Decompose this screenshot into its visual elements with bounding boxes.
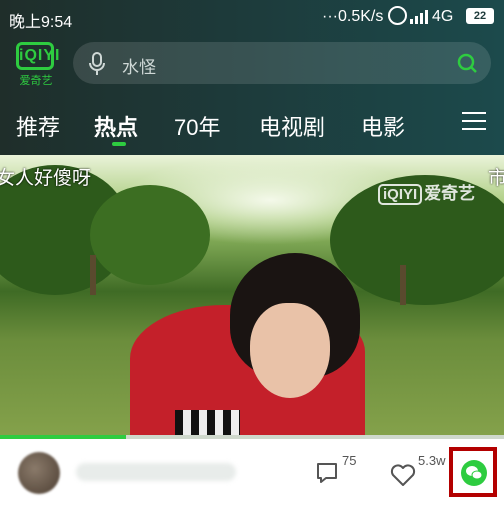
video-watermark: iQIYI 爱奇艺 — [378, 179, 475, 205]
search-icon[interactable] — [457, 53, 477, 73]
search-bar[interactable]: 水怪 — [73, 42, 491, 84]
search-input[interactable]: 水怪 — [122, 53, 156, 78]
logo-icon: iQIYI — [16, 42, 59, 70]
microphone-icon[interactable] — [87, 52, 107, 76]
alarm-icon — [388, 6, 407, 25]
status-time: 晚上9:54 — [9, 14, 73, 31]
tab-recommend[interactable]: 推荐 — [16, 110, 60, 142]
video-action-bar: 75 5.3w — [0, 439, 504, 506]
category-tabs: 推荐 热点 70年 电视剧 电影 — [0, 100, 504, 155]
comment-count: 75 — [342, 453, 357, 468]
video-edge-text: 市 — [488, 168, 504, 189]
wechat-icon — [461, 460, 487, 486]
status-bar: 晚上9:54 ···0.5K/s 4G 22 — [0, 0, 504, 34]
video-player[interactable]: 女人好傻呀 市 iQIYI 爱奇艺 — [0, 155, 504, 439]
like-count: 5.3w — [418, 453, 446, 468]
comment-icon[interactable] — [315, 461, 339, 485]
menu-icon[interactable] — [462, 112, 486, 130]
tab-70-years[interactable]: 70年 — [174, 110, 220, 142]
tab-tv-series[interactable]: 电视剧 — [259, 110, 325, 142]
heart-icon[interactable] — [390, 463, 416, 487]
watermark-name: 爱奇艺 — [424, 184, 476, 203]
battery-icon: 22 — [466, 8, 494, 24]
avatar[interactable] — [18, 452, 60, 494]
logo-caption: 爱奇艺 — [19, 75, 53, 87]
signal-icon — [410, 8, 430, 24]
video-tree — [90, 185, 210, 285]
video-overlay-text: 女人好傻呀 — [0, 168, 92, 189]
app-header: 晚上9:54 ···0.5K/s 4G 22 iQIYI 爱奇艺 水怪 推荐 热… — [0, 0, 504, 155]
watermark-logo: iQIYI — [378, 184, 423, 205]
video-tree-trunk — [90, 255, 96, 295]
wechat-share-button[interactable] — [449, 447, 497, 497]
video-tree-trunk — [400, 265, 406, 305]
network-type: 4G — [432, 8, 454, 25]
tab-hot[interactable]: 热点 — [94, 110, 138, 142]
video-person-face — [250, 303, 330, 398]
tab-movies[interactable]: 电影 — [361, 110, 405, 142]
uploader-name[interactable] — [76, 463, 236, 481]
network-speed: ···0.5K/s — [322, 8, 384, 25]
active-tab-indicator — [112, 142, 126, 146]
app-logo[interactable]: iQIYI 爱奇艺 — [14, 42, 59, 90]
